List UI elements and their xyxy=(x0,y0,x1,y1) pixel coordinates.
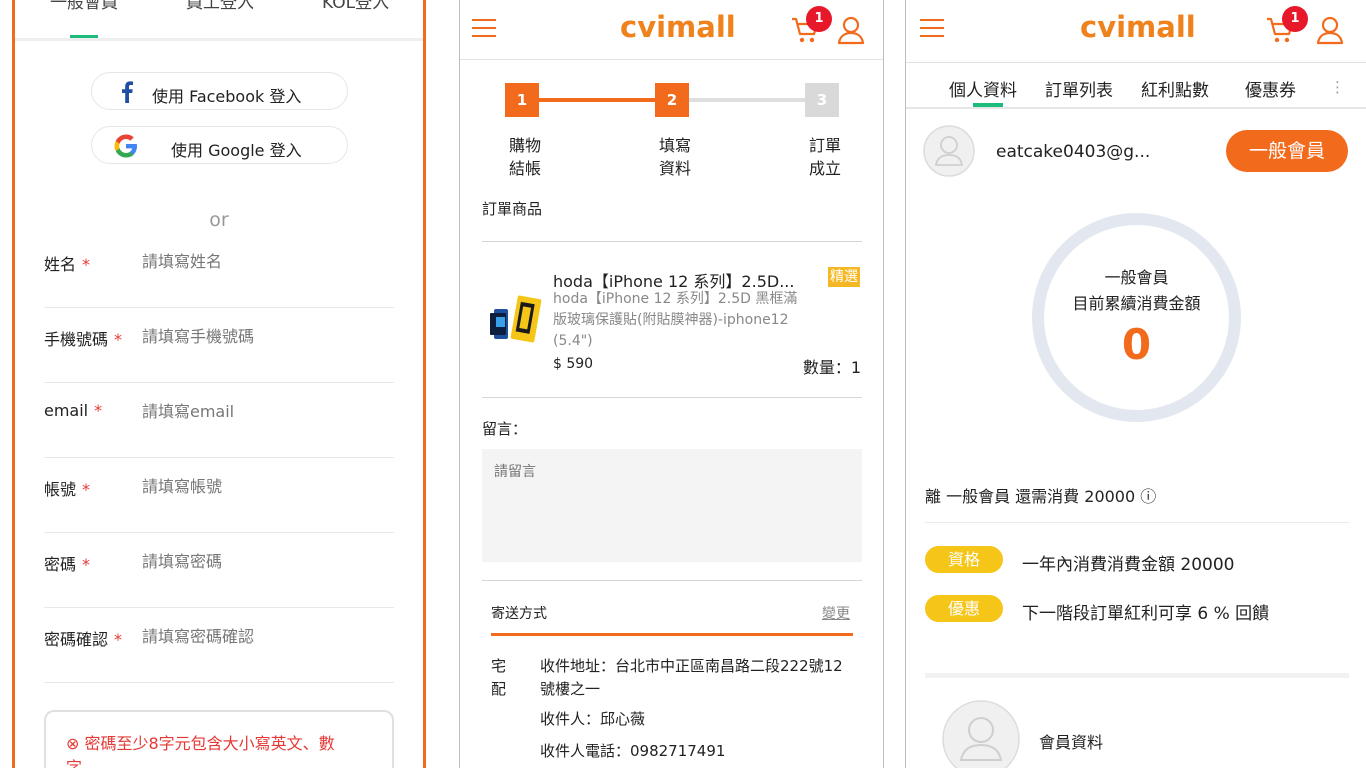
google-icon xyxy=(114,134,137,158)
circle-caption: 目前累續消費金額 xyxy=(1072,294,1201,313)
qualification-tag: 資格 xyxy=(925,546,1003,573)
email-input[interactable] xyxy=(140,396,394,426)
user-icon[interactable] xyxy=(1315,15,1345,45)
register-panel: 一般會員 員工登入 KOL登入 使用 Facebook 登入 使用 Google… xyxy=(0,0,438,768)
account-field-label: 帳號 * xyxy=(44,480,91,499)
email-field-row: email * xyxy=(44,382,394,458)
header-divider xyxy=(906,62,1366,63)
shipping-address: 收件地址：台北市中正區南昌路二段222號12號樓之一 xyxy=(540,657,843,698)
recipient-phone: 收件人電話：0982717491 xyxy=(540,742,726,760)
remaining-spend-text: 離 一般會員 還需消費 20000 ⓘ xyxy=(925,487,1157,506)
password-confirm-field-label: 密碼確認 * xyxy=(44,630,123,649)
step-1-marker: 1 xyxy=(505,83,539,117)
step-3-marker: 3 xyxy=(805,83,839,117)
cart-count-badge: 1 xyxy=(1282,6,1308,32)
member-panel: cvimall 1 個人資料 訂單列表 紅利點數 優惠券 ⋮ eatcake04… xyxy=(905,0,1366,768)
more-tabs-icon[interactable]: ⋮ xyxy=(1330,78,1345,96)
cvimall-logo[interactable]: cvimall xyxy=(1080,10,1196,44)
account-input[interactable] xyxy=(140,471,394,501)
member-level-button[interactable]: 一般會員 xyxy=(1226,130,1348,172)
frame-border-right xyxy=(423,0,426,768)
password-field-label: 密碼 * xyxy=(44,555,91,574)
benefit-text: 下一階段訂單紅利可享 6 % 回饋 xyxy=(1022,604,1270,624)
password-field-row: 密碼 * xyxy=(44,532,394,608)
password-input[interactable] xyxy=(140,546,394,576)
member-profile-link[interactable]: 會員資料 xyxy=(1039,729,1103,753)
email-field-label: email * xyxy=(44,401,103,420)
phone-input[interactable] xyxy=(140,321,394,351)
product-item[interactable]: hoda【iPhone 12 系列】2.5D... 精選 hoda【iPhone… xyxy=(482,260,862,380)
frame-border-left xyxy=(12,0,15,768)
hamburger-menu-icon[interactable] xyxy=(472,19,496,38)
name-field-label: 姓名 * xyxy=(44,255,91,274)
facebook-icon xyxy=(122,81,133,103)
tab-divider xyxy=(15,38,423,41)
step-2-label: 填寫 資料 xyxy=(658,136,691,178)
product-quantity: 數量：1 xyxy=(802,358,861,377)
google-login-button[interactable]: 使用 Google 登入 xyxy=(91,126,348,164)
delivery-type: 宅配 xyxy=(491,657,507,698)
featured-badge: 精選 xyxy=(828,267,860,287)
accumulated-amount: 0 xyxy=(1121,320,1152,369)
google-login-label: 使用 Google 登入 xyxy=(171,141,302,160)
profile-avatar-icon xyxy=(942,700,1020,768)
message-textarea[interactable] xyxy=(482,449,862,562)
circle-level-label: 一般會員 xyxy=(1104,268,1169,287)
phone-field-label: 手機號碼 * xyxy=(44,330,123,349)
divider xyxy=(482,397,862,398)
tab-general-member[interactable]: 一般會員 xyxy=(50,0,118,13)
product-price: $ 590 xyxy=(553,356,594,372)
user-icon[interactable] xyxy=(836,15,866,45)
divider xyxy=(482,580,862,581)
shipping-method-label: 寄送方式 xyxy=(491,606,547,622)
tab-profile[interactable]: 個人資料 xyxy=(949,76,1017,101)
tab-kol-login[interactable]: KOL登入 xyxy=(322,0,389,13)
step-1-label: 購物 結帳 xyxy=(508,136,541,178)
qualification-text: 一年內消費消費金額 20000 xyxy=(1022,555,1235,575)
avatar-icon xyxy=(923,125,975,177)
member-email: eatcake0403@g... xyxy=(996,142,1151,162)
header-divider xyxy=(460,59,883,60)
recipient-name: 收件人：邱心薇 xyxy=(540,710,646,728)
name-field-row: 姓名 * xyxy=(44,232,394,308)
change-shipping-link[interactable]: 變更 xyxy=(822,603,850,623)
step-progress-pending xyxy=(672,98,822,102)
facebook-login-label: 使用 Facebook 登入 xyxy=(152,87,302,106)
error-icon: ⊗ xyxy=(66,734,80,753)
facebook-login-button[interactable]: 使用 Facebook 登入 xyxy=(91,72,348,110)
info-icon[interactable]: ⓘ xyxy=(1140,487,1156,506)
tab-bonus-points[interactable]: 紅利點數 xyxy=(1141,76,1209,101)
password-error-box: ⊗ 密碼至少8字元包含大小寫英文、數字。 xyxy=(44,710,394,768)
password-error-message: ⊗ 密碼至少8字元包含大小寫英文、數字。 xyxy=(66,734,335,768)
cart-count-badge: 1 xyxy=(806,6,832,32)
or-divider-text: or xyxy=(209,209,229,231)
shipping-underline xyxy=(491,633,853,636)
message-label: 留言： xyxy=(482,420,528,438)
tab-order-list[interactable]: 訂單列表 xyxy=(1045,76,1113,101)
account-field-row: 帳號 * xyxy=(44,457,394,533)
hamburger-menu-icon[interactable] xyxy=(920,19,944,38)
tab-coupons[interactable]: 優惠券 xyxy=(1245,76,1296,101)
step-3-label: 訂單 成立 xyxy=(808,136,841,178)
benefit-tag: 優惠 xyxy=(925,595,1003,622)
phone-field-row: 手機號碼 * xyxy=(44,307,394,383)
spending-progress-ring xyxy=(1032,213,1241,422)
step-2-marker: 2 xyxy=(655,83,689,117)
name-input[interactable] xyxy=(140,246,394,276)
password-confirm-input[interactable] xyxy=(140,621,394,651)
divider xyxy=(925,522,1349,523)
section-divider xyxy=(925,673,1349,678)
tab-employee-login[interactable]: 員工登入 xyxy=(186,0,254,13)
order-items-heading: 訂單商品 xyxy=(482,200,543,218)
divider xyxy=(482,241,862,242)
step-progress-done xyxy=(522,98,672,102)
product-thumbnail-image xyxy=(490,295,542,343)
checkout-panel: cvimall 1 1 2 3 購物 結帳 填寫 資料 訂單 成立 訂單商品 h… xyxy=(459,0,884,768)
cvimall-logo[interactable]: cvimall xyxy=(620,10,736,44)
tab-divider xyxy=(906,107,1366,109)
product-description: hoda【iPhone 12 系列】2.5D 黑框滿版玻璃保護貼(附貼膜神器)-… xyxy=(553,291,798,349)
password-confirm-field-row: 密碼確認 * xyxy=(44,607,394,683)
